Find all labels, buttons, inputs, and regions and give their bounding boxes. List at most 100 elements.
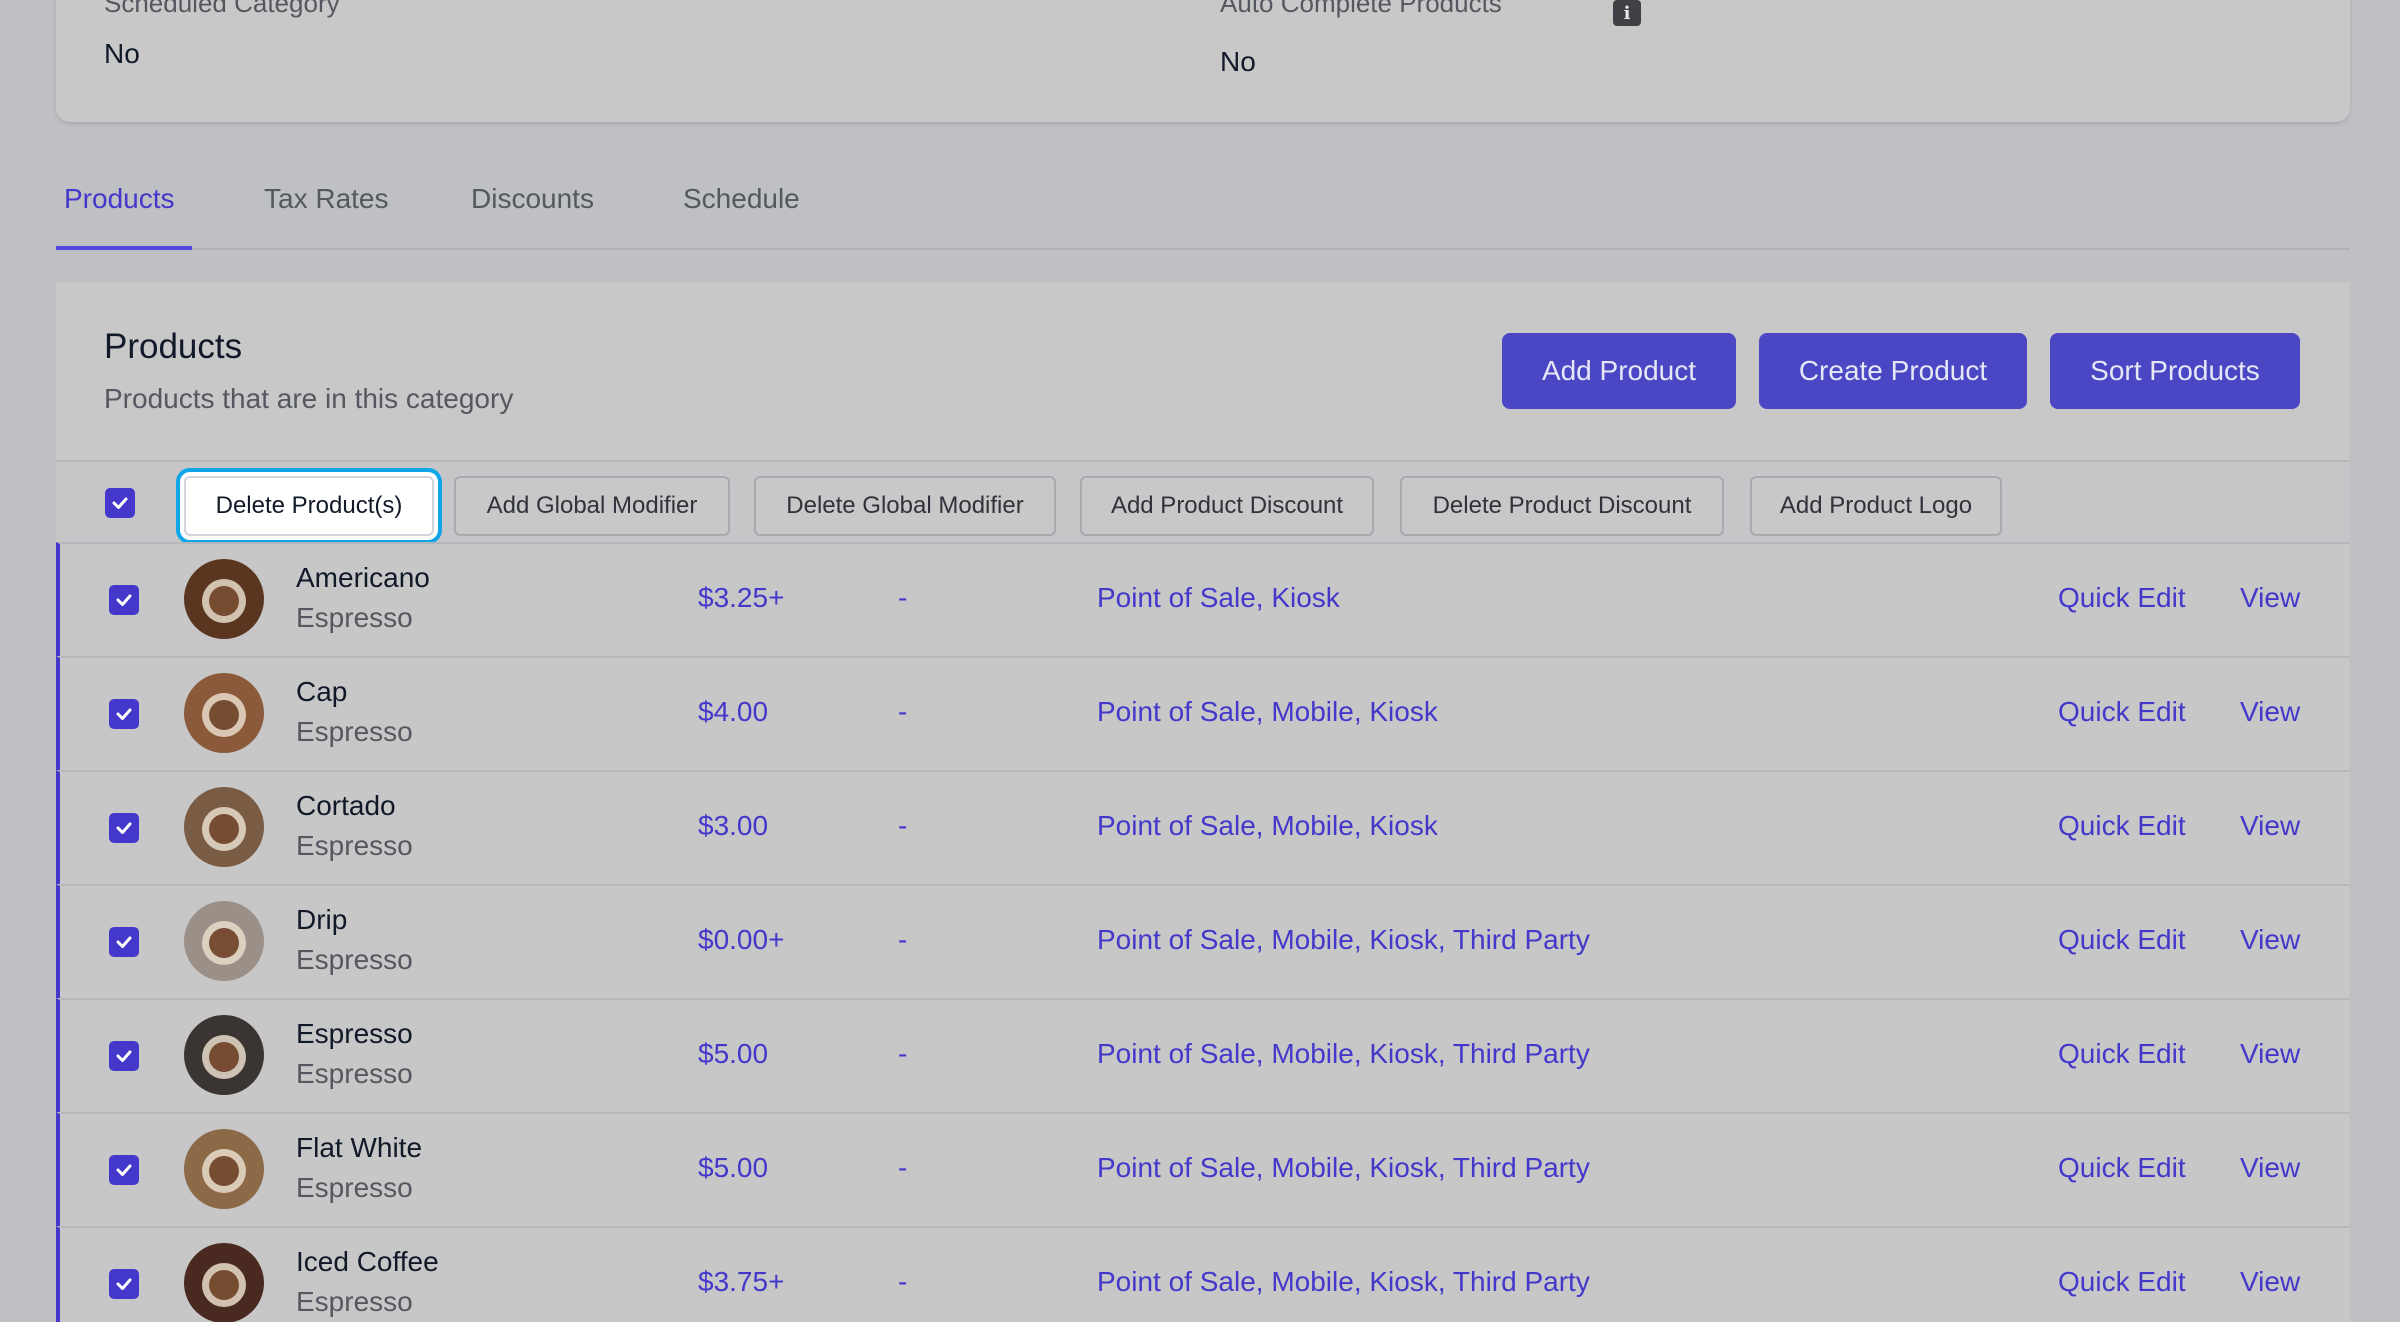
product-thumbnail (184, 559, 264, 639)
product-discount: - (898, 696, 908, 727)
product-category: Espresso (296, 830, 413, 861)
product-discount: - (898, 924, 908, 955)
select-all-checkbox[interactable] (105, 488, 135, 518)
product-discount: - (898, 810, 908, 841)
view-link[interactable]: View (2240, 924, 2300, 956)
tab-label: Products (64, 183, 175, 214)
row-checkbox[interactable] (109, 699, 139, 729)
product-row[interactable]: Flat White Espresso $5.00 - Point of Sale, M… (56, 1112, 2350, 1226)
product-channels: Point of Sale, Mobile, Kiosk (1097, 810, 1438, 841)
product-channels: Point of Sale, Mobile, Kiosk, Third Part… (1097, 1266, 1590, 1297)
row-checkbox[interactable] (109, 1041, 139, 1071)
quick-edit-link[interactable]: Quick Edit (2058, 582, 2186, 614)
add-product-discount-button[interactable]: Add Product Discount (1080, 476, 1374, 536)
coffee-cup-icon (184, 673, 264, 753)
product-name: Espresso (296, 1018, 413, 1049)
quick-edit-link[interactable]: Quick Edit (2058, 1038, 2186, 1070)
product-row[interactable]: Americano Espresso $3.25+ - Point of Sale, K… (56, 542, 2350, 656)
quick-edit-link[interactable]: Quick Edit (2058, 1152, 2186, 1184)
add-product-button[interactable]: Add Product (1502, 333, 1736, 409)
view-link[interactable]: View (2240, 582, 2300, 614)
product-price: $0.00+ (698, 924, 785, 955)
view-link[interactable]: View (2240, 1266, 2300, 1298)
view-link[interactable]: View (2240, 1152, 2300, 1184)
product-thumbnail (184, 1243, 264, 1322)
bulk-actions-bar: Delete Product(s) Add Global Modifier De… (56, 460, 2350, 542)
product-channels: Point of Sale, Mobile, Kiosk (1097, 696, 1438, 727)
product-thumbnail (184, 1015, 264, 1095)
product-price: $4.00 (698, 696, 769, 727)
coffee-cup-icon (184, 559, 264, 639)
add-product-logo-button[interactable]: Add Product Logo (1750, 476, 2002, 536)
product-channels: Point of Sale, Kiosk (1097, 582, 1340, 613)
view-link[interactable]: View (2240, 810, 2300, 842)
panel-subtitle: Products that are in this category (104, 383, 514, 414)
coffee-cup-icon (184, 1129, 264, 1209)
row-checkbox[interactable] (109, 585, 139, 615)
add-global-modifier-button[interactable]: Add Global Modifier (454, 476, 730, 536)
product-row[interactable]: Cap Espresso $4.00 - Point of Sale, Mobile, … (56, 656, 2350, 770)
sort-products-button[interactable]: Sort Products (2050, 333, 2300, 409)
product-discount: - (898, 1152, 908, 1183)
product-thumbnail (184, 673, 264, 753)
category-info-card: Scheduled Category No Auto Complete Prod… (56, 0, 2350, 122)
product-channels: Point of Sale, Mobile, Kiosk, Third Part… (1097, 1152, 1590, 1183)
row-checkbox[interactable] (109, 1155, 139, 1185)
coffee-cup-icon (184, 901, 264, 981)
info-icon[interactable]: i (1613, 0, 1641, 26)
row-checkbox[interactable] (109, 1269, 139, 1299)
product-name: Drip (296, 904, 348, 935)
product-channels: Point of Sale, Mobile, Kiosk, Third Part… (1097, 1038, 1590, 1069)
product-channels: Point of Sale, Mobile, Kiosk, Third Part… (1097, 924, 1590, 955)
view-link[interactable]: View (2240, 1038, 2300, 1070)
tab-schedule[interactable]: Schedule (683, 150, 800, 248)
product-discount: - (898, 582, 908, 613)
product-discount: - (898, 1266, 908, 1297)
coffee-cup-icon (184, 1243, 264, 1322)
product-category: Espresso (296, 1058, 413, 1089)
auto-complete-label: Auto Complete Products (1220, 0, 1502, 18)
scheduled-category-label: Scheduled Category (104, 0, 340, 18)
product-category: Espresso (296, 602, 413, 633)
product-name: Cortado (296, 790, 396, 821)
delete-product-discount-button[interactable]: Delete Product Discount (1400, 476, 1724, 536)
product-name: Flat White (296, 1132, 423, 1163)
tab-discounts[interactable]: Discounts (471, 150, 594, 248)
product-price: $3.00 (698, 810, 769, 841)
product-price: $3.75+ (698, 1266, 785, 1297)
products-panel: Products Products that are in this categ… (56, 282, 2350, 1322)
product-name: Iced Coffee (296, 1246, 439, 1277)
product-price: $5.00 (698, 1038, 769, 1069)
create-product-button[interactable]: Create Product (1759, 333, 2027, 409)
product-category: Espresso (296, 944, 413, 975)
quick-edit-link[interactable]: Quick Edit (2058, 810, 2186, 842)
tab-label: Schedule (683, 183, 800, 214)
quick-edit-link[interactable]: Quick Edit (2058, 696, 2186, 728)
auto-complete-value: No (1220, 46, 1256, 77)
quick-edit-link[interactable]: Quick Edit (2058, 1266, 2186, 1298)
coffee-cup-icon (184, 1015, 264, 1095)
panel-title: Products (104, 327, 243, 366)
delete-global-modifier-button[interactable]: Delete Global Modifier (754, 476, 1056, 536)
tab-products[interactable]: Products (64, 150, 175, 248)
product-price: $5.00 (698, 1152, 769, 1183)
product-category: Espresso (296, 1286, 413, 1317)
row-checkbox[interactable] (109, 927, 139, 957)
coffee-cup-icon (184, 787, 264, 867)
delete-products-button[interactable]: Delete Product(s) (184, 476, 434, 536)
product-name: Americano (296, 562, 430, 593)
active-tab-indicator (56, 246, 192, 250)
category-tabs: Products Tax Rates Discounts Schedule (56, 150, 2350, 250)
product-category: Espresso (296, 1172, 413, 1203)
product-thumbnail (184, 787, 264, 867)
product-row[interactable]: Cortado Espresso $3.00 - Point of Sale, Mobi… (56, 770, 2350, 884)
product-row[interactable]: Iced Coffee Espresso $3.75+ - Point of Sale,… (56, 1226, 2350, 1322)
tab-tax-rates[interactable]: Tax Rates (264, 150, 389, 248)
row-checkbox[interactable] (109, 813, 139, 843)
product-row[interactable]: Drip Espresso $0.00+ - Point of Sale, Mobile… (56, 884, 2350, 998)
product-row[interactable]: Espresso Espresso $5.00 - Point of Sale, Mob… (56, 998, 2350, 1112)
tab-label: Tax Rates (264, 183, 389, 214)
scheduled-category-value: No (104, 38, 140, 69)
quick-edit-link[interactable]: Quick Edit (2058, 924, 2186, 956)
view-link[interactable]: View (2240, 696, 2300, 728)
